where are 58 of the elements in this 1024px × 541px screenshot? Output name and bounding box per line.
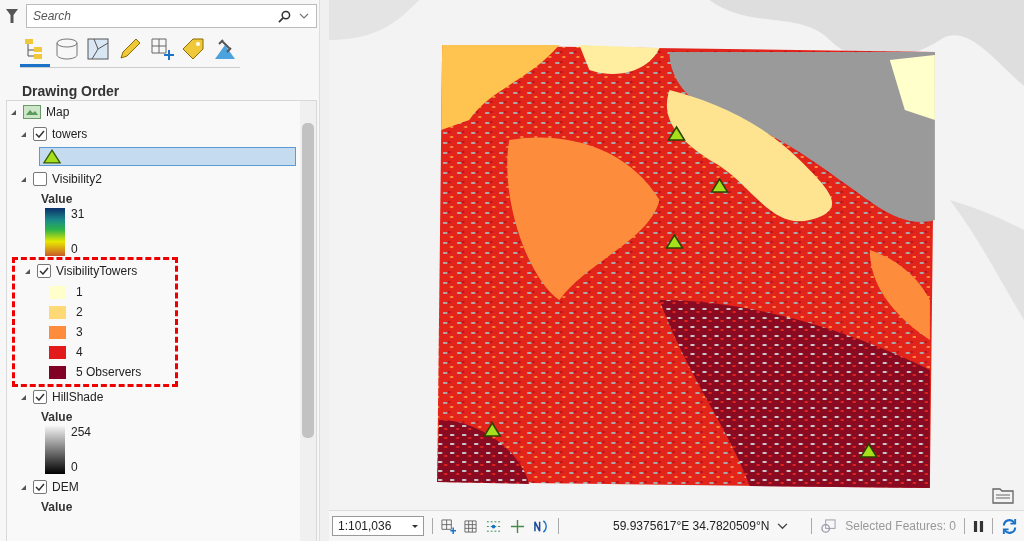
polygon-icon <box>86 37 111 61</box>
color-ramp <box>45 426 65 474</box>
chevron-down-icon[interactable] <box>299 13 309 19</box>
folder-icon[interactable] <box>992 486 1014 504</box>
class-label: 2 <box>76 305 83 319</box>
chevron-down-icon[interactable] <box>777 522 789 530</box>
ramp-min-label: 0 <box>71 461 79 474</box>
search-icon[interactable] <box>278 10 291 23</box>
layer-name[interactable]: HillShade <box>52 390 104 404</box>
grid-add-icon[interactable] <box>441 518 456 534</box>
layer-name[interactable]: VisibilityTowers <box>56 264 138 278</box>
legend-heading: Value <box>40 499 74 516</box>
layer-name[interactable]: Visibility2 <box>52 172 102 186</box>
legend-heading: Value <box>40 191 74 208</box>
crosshair-icon[interactable] <box>510 518 525 534</box>
grid-icon[interactable] <box>464 519 477 533</box>
refresh-icon[interactable] <box>1001 517 1018 535</box>
layer-checkbox[interactable] <box>33 480 47 494</box>
class-label: 1 <box>76 285 83 299</box>
map-name[interactable]: Map <box>46 105 70 119</box>
layer-checkbox[interactable] <box>33 172 47 186</box>
layer-checkbox[interactable] <box>37 264 51 278</box>
expand-toggle-icon[interactable] <box>11 109 16 115</box>
class-label: 4 <box>76 345 83 359</box>
selected-features-count: Selected Features: 0 <box>845 519 956 533</box>
expand-toggle-icon[interactable] <box>21 394 26 400</box>
pause-icon[interactable] <box>973 519 984 533</box>
select-features-icon[interactable] <box>820 518 838 534</box>
tag-icon <box>181 37 206 61</box>
snapping-icon[interactable] <box>485 518 502 534</box>
ramp-min-label: 0 <box>71 243 79 256</box>
layer-name[interactable]: towers <box>52 127 88 141</box>
legend-heading: Value <box>40 409 74 426</box>
cylinder-icon <box>54 37 79 61</box>
layer-name[interactable]: DEM <box>52 480 79 494</box>
panel-title: Drawing Order <box>22 83 121 99</box>
expand-toggle-icon[interactable] <box>21 131 26 137</box>
layer-checkbox[interactable] <box>33 390 47 404</box>
color-ramp <box>45 208 65 256</box>
expand-toggle-icon[interactable] <box>21 484 26 490</box>
scale-dropdown[interactable]: 1:101,036 <box>332 516 424 536</box>
scrollbar[interactable] <box>300 101 316 541</box>
satellite-icon <box>213 37 238 61</box>
class-label: 3 <box>76 325 83 339</box>
filter-icon[interactable] <box>6 8 18 24</box>
triangle-symbol-icon <box>43 149 61 164</box>
class-label: 5 Observers <box>76 365 142 379</box>
map-icon <box>23 105 41 119</box>
north-arrow-icon[interactable] <box>533 518 550 534</box>
grid-add-icon <box>149 37 174 61</box>
pencil-icon <box>118 37 142 61</box>
layer-checkbox[interactable] <box>33 127 47 141</box>
coordinates-readout: 59.9375617°E 34.7820509°N <box>613 519 770 533</box>
search-field[interactable]: Search <box>26 4 317 28</box>
expand-toggle-icon[interactable] <box>21 176 26 182</box>
expand-toggle-icon[interactable] <box>25 268 30 274</box>
ramp-max-label: 254 <box>71 426 92 439</box>
ramp-max-label: 31 <box>71 208 85 221</box>
